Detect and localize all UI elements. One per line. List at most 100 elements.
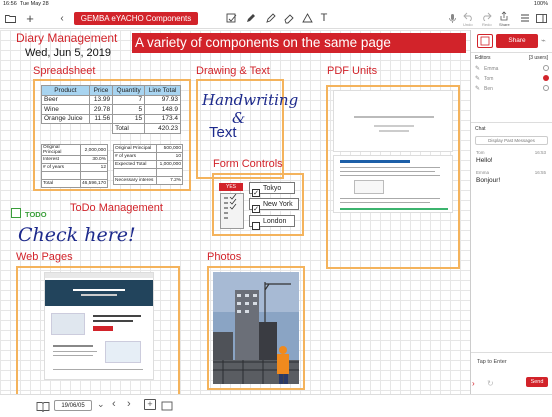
checkbox-option-new-york[interactable]: ✓ New York xyxy=(249,198,299,213)
table-cell[interactable]: 29.78 xyxy=(88,104,114,115)
table-cell[interactable]: 30.0% xyxy=(79,155,109,164)
table-cell[interactable]: 173.4 xyxy=(144,113,181,124)
table-cell[interactable]: Total xyxy=(41,179,81,188)
photos-unit[interactable] xyxy=(207,266,305,390)
refresh-icon[interactable]: ↻ xyxy=(487,379,494,388)
editor-row[interactable]: ✎ Ben xyxy=(475,84,549,93)
book-icon[interactable] xyxy=(36,399,50,417)
todo-checkbox[interactable] xyxy=(11,208,21,218)
editor-row[interactable]: ✎ Tom xyxy=(475,74,549,83)
pdf-text-line xyxy=(340,171,435,172)
form-unit[interactable]: YES ✓ Tokyo ✓ New York London xyxy=(212,173,304,236)
previous-page-icon[interactable]: ‹ xyxy=(112,398,116,410)
share-button[interactable]: Share xyxy=(496,34,538,48)
checkbox-option-london[interactable]: London xyxy=(249,215,295,230)
table-cell[interactable]: 1,000,000 xyxy=(156,160,183,169)
table-cell[interactable]: 15 xyxy=(112,113,146,124)
table-cell[interactable]: # of years xyxy=(41,163,81,172)
pdf-text-line xyxy=(340,167,440,168)
table-cell[interactable]: # of years xyxy=(112,152,158,161)
yes-badge[interactable]: YES xyxy=(219,183,243,191)
table-cell[interactable]: Wine xyxy=(41,104,90,115)
editor-name: Tom xyxy=(484,76,494,82)
lasso-select-icon[interactable] xyxy=(225,12,237,24)
table-cell[interactable]: Expected Total xyxy=(112,160,158,169)
table-cell[interactable]: Orange Juice xyxy=(41,113,90,124)
product-table[interactable]: Product Price Quantity Line Total Beer 1… xyxy=(41,85,181,134)
text-tool-icon[interactable]: T xyxy=(318,12,330,24)
table-row xyxy=(112,168,183,177)
table-cell[interactable] xyxy=(112,168,158,177)
display-past-messages-button[interactable]: Display Past Messages xyxy=(475,136,548,145)
pdf-figure xyxy=(354,180,384,194)
next-page-icon[interactable]: › xyxy=(127,398,131,410)
table-cell[interactable]: 2,000,000 xyxy=(79,144,109,156)
table-cell[interactable]: Interest xyxy=(41,155,81,164)
web-hero-text-line xyxy=(81,294,117,296)
web-text-line xyxy=(93,315,141,317)
undo-label: Undo xyxy=(463,22,473,27)
table-cell[interactable]: 10 xyxy=(156,152,183,161)
message-time: 16:53 xyxy=(534,150,546,155)
pdf-text-line xyxy=(340,202,430,203)
table-cell[interactable]: 7 xyxy=(112,94,146,105)
table-cell xyxy=(89,124,112,134)
table-cell[interactable]: 500,000 xyxy=(156,144,183,153)
spreadsheet-unit[interactable]: Product Price Quantity Line Total Beer 1… xyxy=(33,79,191,191)
shapes-icon[interactable] xyxy=(301,12,313,24)
share-icon[interactable] xyxy=(498,10,510,22)
construction-photo[interactable] xyxy=(213,272,299,384)
link-icon[interactable]: ⌁ xyxy=(541,36,546,45)
web-text-line xyxy=(53,369,143,370)
folder-icon[interactable] xyxy=(4,12,16,24)
table-cell[interactable]: 97.93 xyxy=(144,94,181,105)
collaboration-sidebar: Share ⌁ Editors [3 users] ✎ Emma ✎ Tom ✎… xyxy=(470,30,552,394)
table-cell[interactable]: 12 xyxy=(79,163,109,172)
table-cell[interactable]: 5 xyxy=(112,104,146,115)
table-cell[interactable]: Original Principal xyxy=(41,144,81,156)
page-banner[interactable]: A variety of components on the same page xyxy=(132,33,466,53)
table-cell[interactable] xyxy=(41,171,81,180)
checkbox-label: London xyxy=(263,218,287,225)
message-sender: Tom xyxy=(476,150,485,155)
checkbox-option-tokyo[interactable]: ✓ Tokyo xyxy=(249,182,295,197)
pdf-unit[interactable] xyxy=(326,85,460,269)
editor-row[interactable]: ✎ Emma xyxy=(475,64,549,73)
table-cell[interactable]: 11.56 xyxy=(88,113,114,124)
send-button[interactable]: Send xyxy=(526,377,548,387)
table-cell[interactable] xyxy=(79,171,109,180)
page-date-selector[interactable]: 19/06/05 xyxy=(54,400,92,411)
table-cell[interactable]: 7.2% xyxy=(156,176,183,185)
table-cell[interactable] xyxy=(156,168,183,177)
redo-icon[interactable] xyxy=(480,10,492,22)
menu-icon[interactable] xyxy=(519,12,531,24)
document-share-icon[interactable] xyxy=(477,34,493,48)
table-cell[interactable]: 13.99 xyxy=(88,94,114,105)
table-cell[interactable]: Beer xyxy=(41,94,90,105)
table-cell[interactable]: Necessary interes xyxy=(112,176,158,185)
loan-table-left[interactable]: Original Principal 2,000,000 Interest 30.0… xyxy=(41,144,109,188)
add-icon[interactable]: + xyxy=(24,11,36,26)
table-header: Product xyxy=(41,85,90,96)
table-cell[interactable]: 46,596,170 xyxy=(79,179,109,188)
document-title[interactable]: GEMBA eYACHO Components xyxy=(74,12,198,25)
table-cell[interactable]: Total xyxy=(112,123,146,134)
highlighter-icon[interactable] xyxy=(264,12,276,24)
add-page-icon[interactable]: + xyxy=(144,399,156,410)
table-cell[interactable]: Original Principal xyxy=(112,144,158,153)
page-view-icon[interactable] xyxy=(161,399,173,417)
table-cell[interactable]: 148.9 xyxy=(144,104,181,115)
collapse-chevron-icon[interactable]: › xyxy=(472,379,475,388)
web-unit[interactable] xyxy=(16,266,180,404)
eraser-icon[interactable] xyxy=(283,12,295,24)
table-cell[interactable]: 420.23 xyxy=(144,123,181,134)
sidebar-toggle-icon[interactable] xyxy=(535,12,547,24)
loan-table-right[interactable]: Original Principal 500,000 # of years 10 E… xyxy=(112,144,183,185)
microphone-icon[interactable] xyxy=(446,12,458,24)
chat-input[interactable]: Tap to Enter xyxy=(477,359,507,365)
dropdown-chevron-icon[interactable]: ⌄ xyxy=(97,399,105,410)
pen-icon[interactable] xyxy=(244,12,256,24)
undo-icon[interactable] xyxy=(462,10,474,22)
back-chevron-icon[interactable]: ‹ xyxy=(56,12,68,24)
notebook-canvas[interactable]: Diary Management Wed, Jun 5, 2019 A vari… xyxy=(0,30,470,404)
